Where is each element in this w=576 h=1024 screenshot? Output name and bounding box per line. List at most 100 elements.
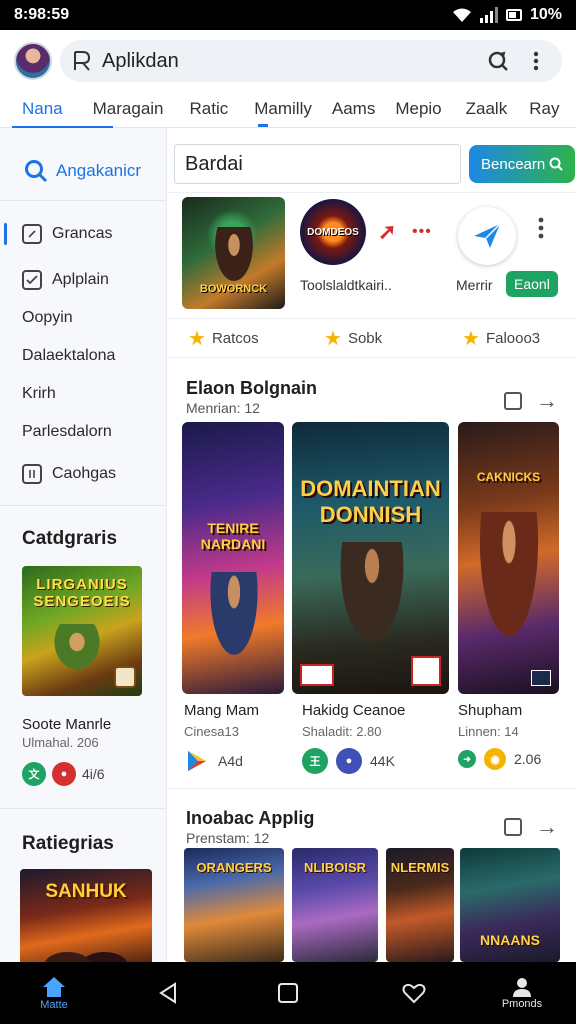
- categories-heading: Catdgraris: [22, 528, 118, 549]
- nav-home[interactable]: Matte: [26, 962, 82, 1024]
- status-bar: 8:98:59 10%: [0, 0, 576, 30]
- sidebar-item-3[interactable]: Dalaektalona: [0, 337, 166, 375]
- game-card-0[interactable]: TENIRE NARDANI: [182, 422, 284, 694]
- arrow-right-icon[interactable]: →: [536, 388, 558, 414]
- featured-label2: Merrir: [456, 277, 493, 293]
- box-icon: [22, 224, 42, 244]
- category-card-name[interactable]: Soote Manrle: [0, 696, 166, 733]
- category-card-art[interactable]: LIRGANIUS SENGEOEIS: [22, 566, 142, 696]
- category-card-subtitle: Ulmahal. 206: [22, 735, 99, 750]
- tab-2[interactable]: Ratic: [180, 92, 239, 128]
- game-card-meta-text: A4d: [218, 753, 243, 769]
- green-app-icon: 文: [22, 762, 46, 786]
- person-icon: [513, 978, 531, 997]
- sidebar-item-5[interactable]: Parlesdalorn: [0, 413, 166, 451]
- green-app-icon: 王: [302, 748, 328, 774]
- category-card-badge-icon: [114, 666, 136, 688]
- sidebar-item-4[interactable]: Krirh: [0, 375, 166, 413]
- featured-logo[interactable]: DOMDEOS: [300, 199, 366, 265]
- tab-1[interactable]: Maragain: [83, 92, 174, 128]
- rating-item-label: Ratcos: [211, 329, 259, 347]
- small-game-card-2[interactable]: NLERMIS: [386, 848, 454, 962]
- home-icon: [43, 977, 65, 997]
- featured-caption: Toolslaldtkairi..: [300, 277, 392, 293]
- featured-thumb-figure: [212, 227, 256, 287]
- featured-thumb[interactable]: BOWORNCK: [182, 197, 285, 309]
- nav-back[interactable]: [150, 962, 186, 1024]
- square-icon[interactable]: [504, 392, 522, 410]
- game-card-2[interactable]: CAKNICKS: [458, 422, 559, 694]
- small-game-card-3[interactable]: NNAANS: [460, 848, 560, 962]
- sidebar-item-0[interactable]: Grancas: [0, 215, 166, 253]
- game-card-name[interactable]: Mang Mam: [184, 702, 259, 719]
- tab-5[interactable]: Mepio: [385, 92, 451, 128]
- green-dot-icon: ➜: [458, 750, 476, 768]
- sidebar-item-6[interactable]: Caohgas: [0, 455, 166, 493]
- rating-card-art[interactable]: SANHUK: [20, 869, 152, 962]
- ratings-heading: Ratiegrias: [22, 833, 114, 854]
- sidebar-divider: [0, 808, 166, 809]
- game-card-1[interactable]: DOMAINTIAN DONNISH: [292, 422, 449, 694]
- section2-actions: →: [504, 814, 558, 840]
- avatar[interactable]: [14, 42, 52, 80]
- get-button[interactable]: Eaonl: [506, 271, 558, 297]
- sidebar-item-1[interactable]: Aplplain: [0, 261, 166, 299]
- sidebar-item-2[interactable]: Oopyin: [0, 299, 166, 337]
- tab-7[interactable]: Ray: [519, 92, 569, 128]
- tab-3[interactable]: Mamilly: [244, 92, 322, 128]
- send-app-icon[interactable]: [458, 207, 516, 265]
- nav-favorites[interactable]: [396, 962, 432, 1024]
- nav-home-label: Matte: [40, 999, 68, 1011]
- play-store-icon: [188, 751, 206, 771]
- sidebar-search-label: Angakanicr: [56, 161, 142, 180]
- back-icon: [159, 982, 176, 1004]
- grid-box-icon: [22, 464, 42, 484]
- section1-title: Elaon Bolgnain: [186, 378, 318, 398]
- game-card-subtitle: Linnen: 14: [458, 724, 519, 739]
- section-divider: [168, 788, 576, 789]
- featured-row: BOWORNCK DOMDEOS ➚ ••• Toolslaldtkairi..…: [168, 192, 576, 316]
- search-button-label: Bencearn: [481, 155, 546, 173]
- more-vert-icon[interactable]: [522, 47, 550, 75]
- rating-item-0[interactable]: ★ Ratcos: [188, 326, 259, 351]
- game-card-name[interactable]: Hakidg Ceanoe: [302, 702, 405, 719]
- game-card-name[interactable]: Shupham: [458, 702, 522, 719]
- rating-item-2[interactable]: ★ Falooo3: [462, 326, 540, 351]
- gold-app-icon: ◉: [484, 748, 506, 770]
- small-card-art-text: NLIBOISR: [303, 860, 367, 875]
- check-box-icon: [22, 270, 42, 290]
- heart-icon: [402, 983, 426, 1004]
- search-input[interactable]: [174, 144, 461, 184]
- star-icon: ★: [324, 327, 342, 350]
- square-icon[interactable]: [504, 818, 522, 836]
- tab-4[interactable]: Aams: [322, 92, 385, 128]
- rating-item-label: Sobk: [347, 329, 383, 347]
- small-game-card-1[interactable]: NLIBOISR: [292, 848, 378, 962]
- small-card-art-text: NNAANS: [480, 932, 540, 948]
- sidebar-search[interactable]: Angakanicr: [0, 128, 166, 194]
- small-game-card-0[interactable]: ORANGERS: [184, 848, 284, 962]
- ratings-row: ★ Ratcos ★ Sobk ★ Falooo3: [168, 318, 576, 358]
- sidebar: Angakanicr Grancas Aplplain Oopyin Dalae…: [0, 128, 167, 962]
- rating-item-1[interactable]: ★ Sobk: [324, 326, 382, 351]
- sidebar-item-label: Krirh: [22, 385, 56, 402]
- game-card-subtitle: Cinesa13: [184, 724, 239, 739]
- qr-code-icon: [411, 656, 441, 686]
- brand-r-icon: [74, 51, 91, 71]
- refresh-search-icon[interactable]: [484, 47, 512, 75]
- section2-subtitle: Prenstam: 12: [186, 830, 270, 846]
- tab-0[interactable]: Nana: [12, 92, 113, 129]
- search-button[interactable]: Bencearn: [469, 145, 576, 183]
- nav-profile[interactable]: Pmonds: [494, 962, 550, 1024]
- search-icon: [549, 157, 563, 171]
- sidebar-divider: [0, 505, 166, 506]
- more-vert-icon[interactable]: [538, 217, 544, 245]
- game-card-art-text: CAKNICKS: [476, 470, 541, 484]
- nav-home-system[interactable]: [270, 962, 306, 1024]
- arrow-right-icon[interactable]: →: [536, 814, 558, 840]
- tab-6[interactable]: Zaalk: [456, 92, 518, 128]
- game-card-meta: A4d: [184, 748, 243, 774]
- app-screen: 8:98:59 10% Aplikdan Nana Maragain Ratic…: [0, 0, 576, 1024]
- game-card-figure: [332, 542, 412, 662]
- app-search-bar[interactable]: Aplikdan: [60, 40, 562, 82]
